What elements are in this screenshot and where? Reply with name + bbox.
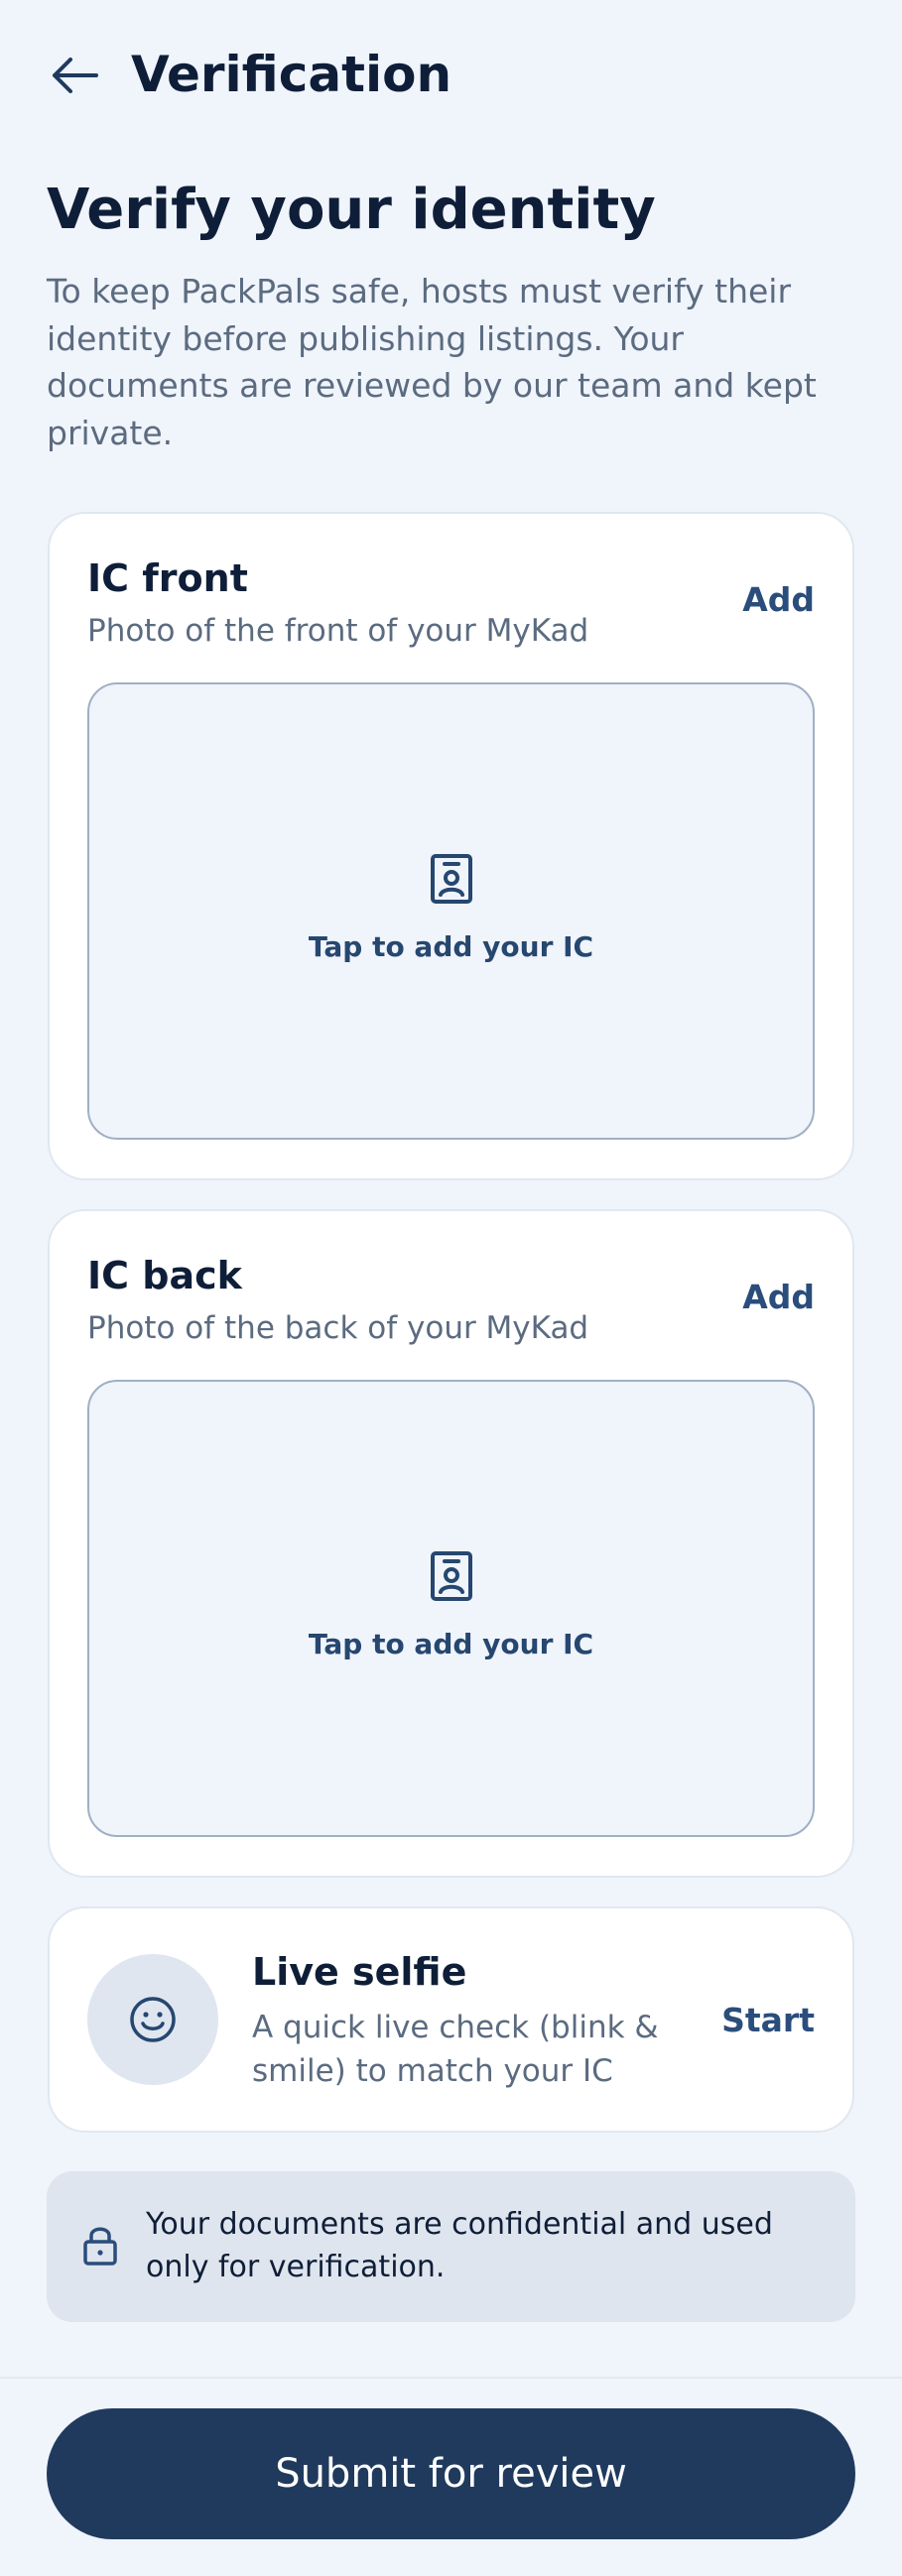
ic-back-add-button[interactable]: Add [742,1275,815,1320]
card-subtitle: Photo of the back of your MyKad [87,1310,589,1346]
id-card-icon [430,1551,472,1601]
selfie-subtitle: A quick live check (blink & smile) to ma… [252,2010,659,2089]
smile-icon [130,1997,176,2042]
arrow-left-icon [53,58,98,93]
card-title: IC front [87,556,248,600]
ic-back-dropzone[interactable]: Tap to add your IC [87,1380,815,1837]
lock-icon [83,2227,117,2266]
dropzone-label: Tap to add your IC [308,930,594,963]
header-title: Verification [131,46,452,103]
selfie-title: Live selfie [252,1950,467,1994]
live-selfie-card: Live selfie A quick live check (blink & … [48,1906,854,2133]
ic-front-dropzone[interactable]: Tap to add your IC [87,682,815,1140]
selfie-avatar [87,1954,218,2085]
selfie-start-button[interactable]: Start [721,1998,815,2043]
card-title: IC back [87,1254,242,1297]
submit-for-review-button[interactable]: Submit for review [47,2408,855,2539]
ic-back-card: IC back Photo of the back of your MyKad … [48,1209,854,1878]
confidentiality-notice: Your documents are confidential and used… [47,2171,855,2322]
card-subtitle: Photo of the front of your MyKad [87,613,589,649]
id-card-icon [430,854,472,904]
notice-text: Your documents are confidential and used… [146,2207,773,2284]
ic-front-card: IC front Photo of the front of your MyKa… [48,512,854,1180]
ic-front-add-button[interactable]: Add [742,577,815,623]
footer-divider [0,2377,902,2379]
dropzone-label: Tap to add your IC [308,1628,594,1660]
page-title: Verify your identity [47,178,656,242]
back-button[interactable] [42,46,107,105]
intro-text: To keep PackPals safe, hosts must verify… [47,272,817,452]
top-bar: Verification [0,0,902,149]
